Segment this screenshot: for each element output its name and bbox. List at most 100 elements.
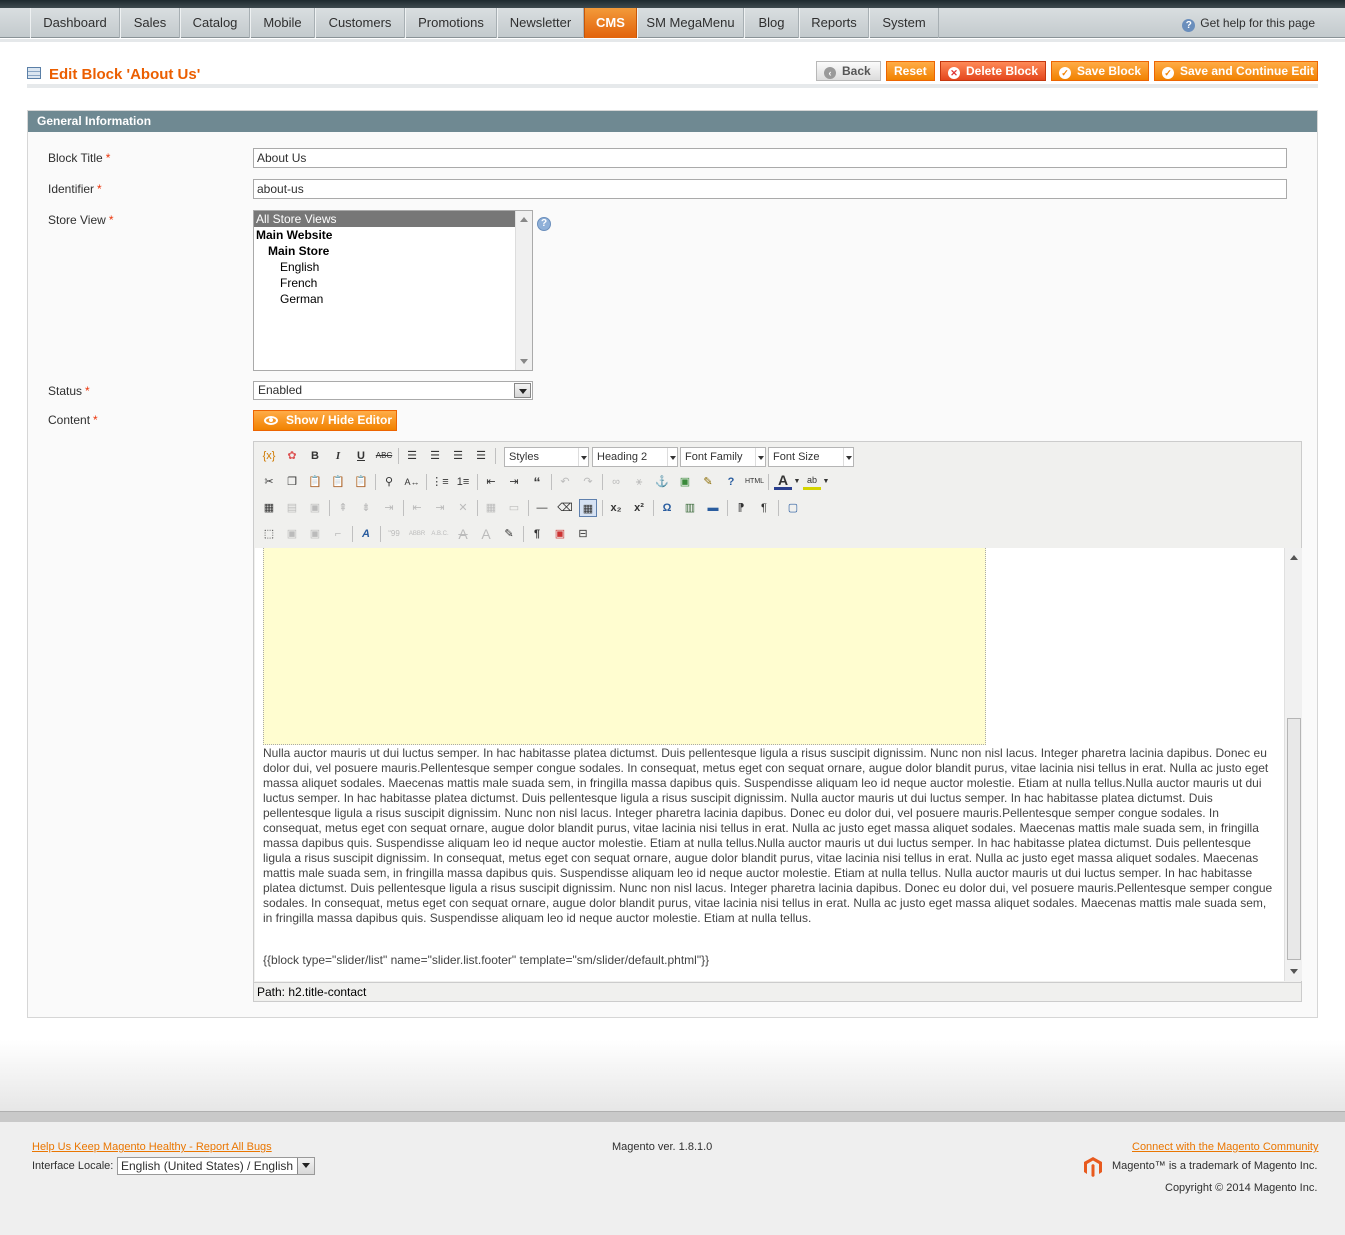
advanced-hr-icon[interactable]: ▬ — [704, 499, 722, 517]
nav-system[interactable]: System — [869, 8, 939, 38]
paste-text-icon[interactable]: 📋 — [329, 473, 347, 491]
ltr-icon[interactable]: ⁋ — [732, 499, 750, 517]
format-dropdown[interactable]: Heading 2 — [592, 447, 678, 467]
delete-block-button[interactable]: ✕ Delete Block — [940, 61, 1046, 81]
undo-icon[interactable]: ↶ — [556, 473, 574, 491]
link-icon[interactable]: ∞ — [607, 473, 625, 491]
font-size-dropdown[interactable]: Font Size — [768, 447, 854, 467]
copy-icon[interactable]: ❐ — [283, 473, 301, 491]
attributes-icon[interactable]: ✎ — [500, 525, 518, 543]
reset-button[interactable]: Reset — [886, 61, 935, 81]
background-color-dropdown-icon[interactable]: ▼ — [817, 473, 835, 491]
cell-properties-icon[interactable]: ▣ — [306, 499, 324, 517]
store-view-multiselect[interactable]: All Store Views Main Website Main Store … — [253, 210, 533, 371]
bullet-list-icon[interactable]: ⋮≡ — [431, 473, 449, 491]
align-left-icon[interactable]: ☰ — [403, 447, 421, 465]
insert-text-icon[interactable]: A — [477, 525, 495, 543]
special-character-icon[interactable]: Ω — [658, 499, 676, 517]
anchor-icon[interactable]: ⚓ — [653, 473, 671, 491]
nav-reports[interactable]: Reports — [799, 8, 869, 38]
back-button[interactable]: ‹ Back — [816, 61, 881, 81]
replace-icon[interactable]: A↔ — [403, 473, 421, 491]
insert-layer-icon[interactable]: ⬚ — [260, 525, 278, 543]
page-break-icon[interactable]: ⊟ — [574, 525, 592, 543]
move-backward-icon[interactable]: ▣ — [306, 525, 324, 543]
split-cells-icon[interactable]: ▦ — [482, 499, 500, 517]
font-family-dropdown[interactable]: Font Family — [680, 447, 766, 467]
nav-promotions[interactable]: Promotions — [405, 8, 497, 38]
report-bugs-link[interactable]: Help Us Keep Magento Healthy - Report Al… — [32, 1141, 272, 1153]
store-option-french[interactable]: French — [254, 275, 532, 291]
insert-column-before-icon[interactable]: ⇤ — [408, 499, 426, 517]
nav-sales[interactable]: Sales — [120, 8, 180, 38]
store-option-english[interactable]: English — [254, 259, 532, 275]
show-hide-editor-button[interactable]: Show / Hide Editor — [253, 410, 397, 431]
scroll-up-icon[interactable] — [1290, 555, 1298, 560]
delete-text-icon[interactable]: A — [454, 525, 472, 543]
visual-aid-icon[interactable]: ▦ — [579, 499, 597, 517]
underline-icon[interactable]: U — [352, 447, 370, 465]
block-title-input[interactable] — [253, 148, 1287, 168]
numbered-list-icon[interactable]: 1≡ — [454, 473, 472, 491]
nav-cms[interactable]: CMS — [584, 8, 637, 38]
unlink-icon[interactable]: ⚹ — [630, 473, 648, 491]
cite-icon[interactable]: “99 — [385, 525, 403, 543]
store-view-scrollbar[interactable] — [515, 211, 532, 370]
outdent-icon[interactable]: ⇤ — [482, 473, 500, 491]
nav-sm-megamenu[interactable]: SM MegaMenu — [637, 8, 744, 38]
align-justify-icon[interactable]: ☰ — [472, 447, 490, 465]
bold-icon[interactable]: B — [306, 447, 324, 465]
merge-cells-icon[interactable]: ▭ — [505, 499, 523, 517]
insert-column-after-icon[interactable]: ⇥ — [431, 499, 449, 517]
insert-widget-icon[interactable]: ✿ — [283, 447, 301, 465]
acronym-icon[interactable]: A.B.C. — [431, 525, 449, 543]
locale-select[interactable]: English (United States) / English — [117, 1157, 315, 1175]
status-select[interactable]: Enabled — [253, 381, 533, 400]
editor-content-area[interactable]: Nulla auctor mauris ut dui luctus semper… — [255, 548, 1284, 981]
store-option-german[interactable]: German — [254, 291, 532, 307]
help-link[interactable]: ? Get help for this page — [1182, 8, 1315, 38]
html-source-icon[interactable]: HTML — [745, 473, 764, 491]
superscript-icon[interactable]: x² — [630, 499, 648, 517]
rtl-icon[interactable]: ¶ — [755, 499, 773, 517]
abbreviation-icon[interactable]: ABBR — [408, 525, 426, 543]
styles-dropdown[interactable]: Styles — [504, 447, 589, 467]
store-option-all[interactable]: All Store Views — [254, 211, 532, 227]
image-icon[interactable]: ▣ — [676, 473, 694, 491]
find-icon[interactable]: ⚲ — [380, 473, 398, 491]
save-block-button[interactable]: ✓ Save Block — [1051, 61, 1149, 81]
blockquote-icon[interactable]: “ — [528, 473, 546, 491]
media-icon[interactable]: ▥ — [681, 499, 699, 517]
fullscreen-icon[interactable]: ▢ — [784, 499, 802, 517]
move-forward-icon[interactable]: ▣ — [283, 525, 301, 543]
visual-chars-icon[interactable]: ¶ — [528, 525, 546, 543]
insert-row-before-icon[interactable]: ⇞ — [334, 499, 352, 517]
save-and-continue-button[interactable]: ✓ Save and Continue Edit — [1154, 61, 1318, 81]
nav-dashboard[interactable]: Dashboard — [30, 8, 120, 38]
nav-customers[interactable]: Customers — [315, 8, 405, 38]
nonbreaking-icon[interactable]: ▣ — [551, 525, 569, 543]
remove-format-icon[interactable]: ⌫ — [556, 499, 574, 517]
delete-row-icon[interactable]: ⇥ — [380, 499, 398, 517]
community-link[interactable]: Connect with the Magento Community — [1132, 1141, 1318, 1153]
nav-newsletter[interactable]: Newsletter — [497, 8, 584, 38]
delete-column-icon[interactable]: ✕ — [454, 499, 472, 517]
align-right-icon[interactable]: ☰ — [449, 447, 467, 465]
italic-icon[interactable]: I — [329, 447, 347, 465]
row-properties-icon[interactable]: ▤ — [283, 499, 301, 517]
subscript-icon[interactable]: x₂ — [607, 499, 625, 517]
paste-word-icon[interactable]: 📋 — [352, 473, 370, 491]
scroll-thumb[interactable] — [1287, 718, 1301, 960]
absolute-position-icon[interactable]: ⌐ — [329, 525, 347, 543]
redo-icon[interactable]: ↷ — [579, 473, 597, 491]
question-mark-icon[interactable]: ? — [537, 217, 551, 231]
identifier-input[interactable] — [253, 179, 1287, 199]
horizontal-rule-icon[interactable]: — — [533, 499, 551, 517]
editor-scrollbar[interactable] — [1284, 548, 1302, 981]
nav-mobile[interactable]: Mobile — [250, 8, 315, 38]
help-editor-icon[interactable]: ? — [722, 473, 740, 491]
nav-blog[interactable]: Blog — [744, 8, 799, 38]
strikethrough-icon[interactable]: ABC — [375, 447, 393, 465]
cleanup-icon[interactable]: ✎ — [699, 473, 717, 491]
nav-catalog[interactable]: Catalog — [180, 8, 250, 38]
